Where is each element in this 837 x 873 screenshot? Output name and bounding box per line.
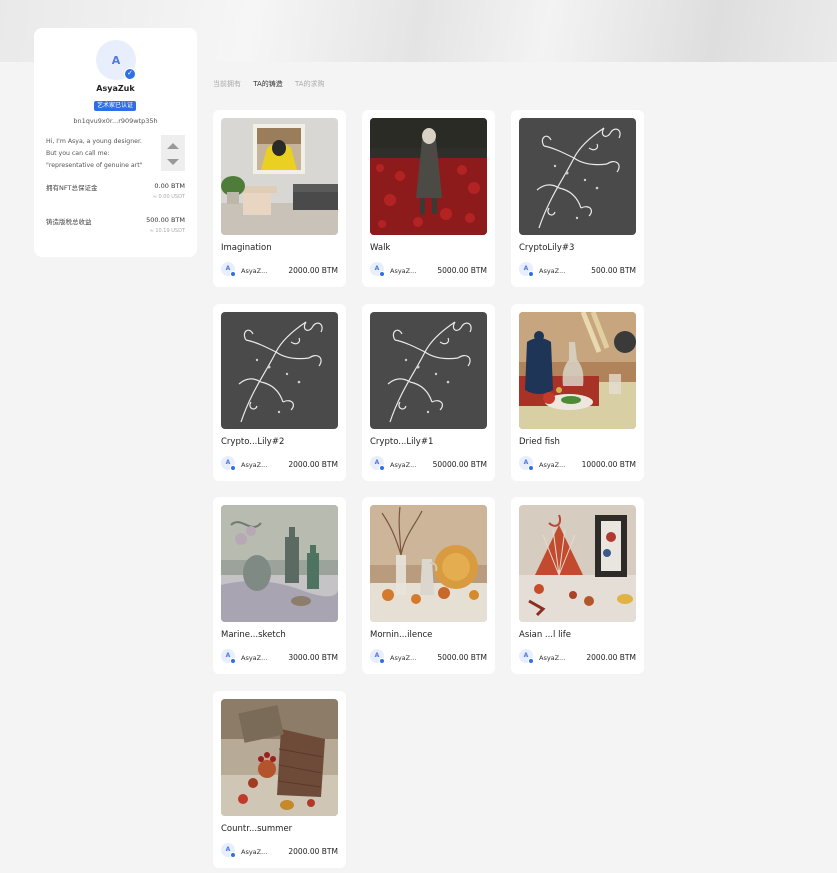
nft-price: 5000.00 BTM — [437, 653, 487, 662]
stat-value-deposit: 0.00 BTM — [154, 182, 185, 190]
nft-card[interactable]: Dried fish A AsyaZ... 10000.00 BTM — [511, 304, 644, 481]
verified-check-icon — [528, 658, 534, 664]
nft-title: Dried fish — [519, 437, 560, 447]
bio-line: Hi, I'm Asya, a young designer. — [46, 138, 142, 145]
scroll-down-arrow-icon[interactable] — [167, 159, 179, 165]
creator-name[interactable]: AsyaZ... — [241, 848, 267, 856]
tab-bids[interactable]: TA的求购 — [295, 80, 325, 88]
creator-avatar[interactable]: A — [370, 649, 385, 664]
verified-check-icon — [528, 465, 534, 471]
nft-title: Walk — [370, 243, 391, 253]
creator-name[interactable]: AsyaZ... — [539, 461, 565, 469]
verified-check-icon — [230, 852, 236, 858]
verified-check-icon — [230, 271, 236, 277]
creator-avatar[interactable]: A — [221, 843, 236, 858]
creator-avatar[interactable]: A — [519, 649, 534, 664]
creator-name[interactable]: AsyaZ... — [241, 461, 267, 469]
creator-name[interactable]: AsyaZ... — [241, 267, 267, 275]
creator-avatar[interactable]: A — [370, 262, 385, 277]
tab-minted[interactable]: TA的铸造 — [253, 80, 283, 88]
creator-avatar[interactable]: A — [519, 456, 534, 471]
creator-avatar[interactable]: A — [221, 456, 236, 471]
bio-scrollbar[interactable] — [161, 135, 185, 171]
verified-check-icon — [379, 658, 385, 664]
stat-label-royalty: 铸造版税总收益 — [46, 218, 92, 226]
nft-price: 2000.00 BTM — [288, 460, 338, 469]
nft-price: 5000.00 BTM — [437, 266, 487, 275]
nft-card[interactable]: Asian ...l life A AsyaZ... 2000.00 BTM — [511, 497, 644, 674]
verified-check-icon — [528, 271, 534, 277]
nft-artwork-image[interactable] — [221, 312, 338, 429]
creator-name[interactable]: AsyaZ... — [539, 654, 565, 662]
nft-price: 50000.00 BTM — [432, 460, 487, 469]
nft-card[interactable]: Imagination A AsyaZ... 2000.00 BTM — [213, 110, 346, 287]
verified-check-icon — [379, 271, 385, 277]
profile-card: A ✓ AsyaZuk 艺术家已认证 bn1qvu9x0r...r909wtp3… — [34, 28, 197, 257]
nft-artwork-image[interactable] — [519, 312, 636, 429]
nft-price: 500.00 BTM — [591, 266, 636, 275]
creator-name[interactable]: AsyaZ... — [539, 267, 565, 275]
nft-artwork-image[interactable] — [221, 505, 338, 622]
nft-artwork-image[interactable] — [370, 118, 487, 235]
creator-avatar[interactable]: A — [221, 262, 236, 277]
stat-value-royalty: 500.00 BTM — [146, 216, 185, 224]
nft-artwork-image[interactable] — [221, 699, 338, 816]
nft-title: Crypto...Lily#1 — [370, 437, 434, 447]
nft-title: Asian ...l life — [519, 630, 572, 640]
nft-card[interactable]: Crypto...Lily#2 A AsyaZ... 2000.00 BTM — [213, 304, 346, 481]
nft-artwork-image[interactable] — [221, 118, 338, 235]
verified-check-icon — [230, 658, 236, 664]
nft-price: 2000.00 BTM — [288, 847, 338, 856]
nft-title: Mornin...ilence — [370, 630, 433, 640]
nft-card[interactable]: Marine...sketch A AsyaZ... 3000.00 BTM — [213, 497, 346, 674]
nft-title: CryptoLily#3 — [519, 243, 575, 253]
wallet-address[interactable]: bn1qvu9x0r...r909wtp35h — [34, 117, 197, 125]
stat-sub-deposit: ≈ 0.00 USDT — [152, 194, 185, 200]
nft-price: 3000.00 BTM — [288, 653, 338, 662]
nft-card[interactable]: Mornin...ilence A AsyaZ... 5000.00 BTM — [362, 497, 495, 674]
profile-name: AsyaZuk — [96, 84, 135, 93]
creator-name[interactable]: AsyaZ... — [390, 654, 416, 662]
nft-artwork-image[interactable] — [519, 505, 636, 622]
stat-sub-royalty: ≈ 10.19 USDT — [149, 228, 185, 234]
artist-verified-badge: 艺术家已认证 — [94, 101, 137, 111]
verified-check-icon: ✓ — [124, 68, 136, 80]
nft-price: 10000.00 BTM — [581, 460, 636, 469]
nft-card[interactable]: Countr...summer A AsyaZ... 2000.00 BTM — [213, 691, 346, 868]
nft-title: Marine...sketch — [221, 630, 286, 640]
creator-name[interactable]: AsyaZ... — [241, 654, 267, 662]
profile-bio: Hi, I'm Asya, a young designer. But you … — [46, 136, 158, 172]
scroll-up-arrow-icon[interactable] — [167, 143, 179, 149]
nft-price: 2000.00 BTM — [288, 266, 338, 275]
verified-check-icon — [379, 465, 385, 471]
creator-avatar[interactable]: A — [221, 649, 236, 664]
nft-artwork-image[interactable] — [519, 118, 636, 235]
nft-title: Countr...summer — [221, 824, 293, 834]
creator-avatar[interactable]: A — [370, 456, 385, 471]
creator-avatar[interactable]: A — [519, 262, 534, 277]
nft-card[interactable]: CryptoLily#3 A AsyaZ... 500.00 BTM — [511, 110, 644, 287]
nft-artwork-image[interactable] — [370, 505, 487, 622]
tab-owned[interactable]: 当前拥有 — [213, 80, 241, 88]
nft-price: 2000.00 BTM — [586, 653, 636, 662]
nft-title: Imagination — [221, 243, 272, 253]
profile-tabs: 当前拥有 TA的铸造 TA的求购 — [213, 79, 335, 89]
nft-card[interactable]: Crypto...Lily#1 A AsyaZ... 50000.00 BTM — [362, 304, 495, 481]
creator-name[interactable]: AsyaZ... — [390, 461, 416, 469]
nft-artwork-image[interactable] — [370, 312, 487, 429]
bio-line: But you can call me: — [46, 150, 110, 157]
nft-title: Crypto...Lily#2 — [221, 437, 285, 447]
creator-name[interactable]: AsyaZ... — [390, 267, 416, 275]
stat-label-deposit: 拥有NFT总保证金 — [46, 184, 98, 192]
nft-card[interactable]: Walk A AsyaZ... 5000.00 BTM — [362, 110, 495, 287]
verified-check-icon — [230, 465, 236, 471]
bio-line: "representative of genuine art" — [46, 162, 143, 169]
